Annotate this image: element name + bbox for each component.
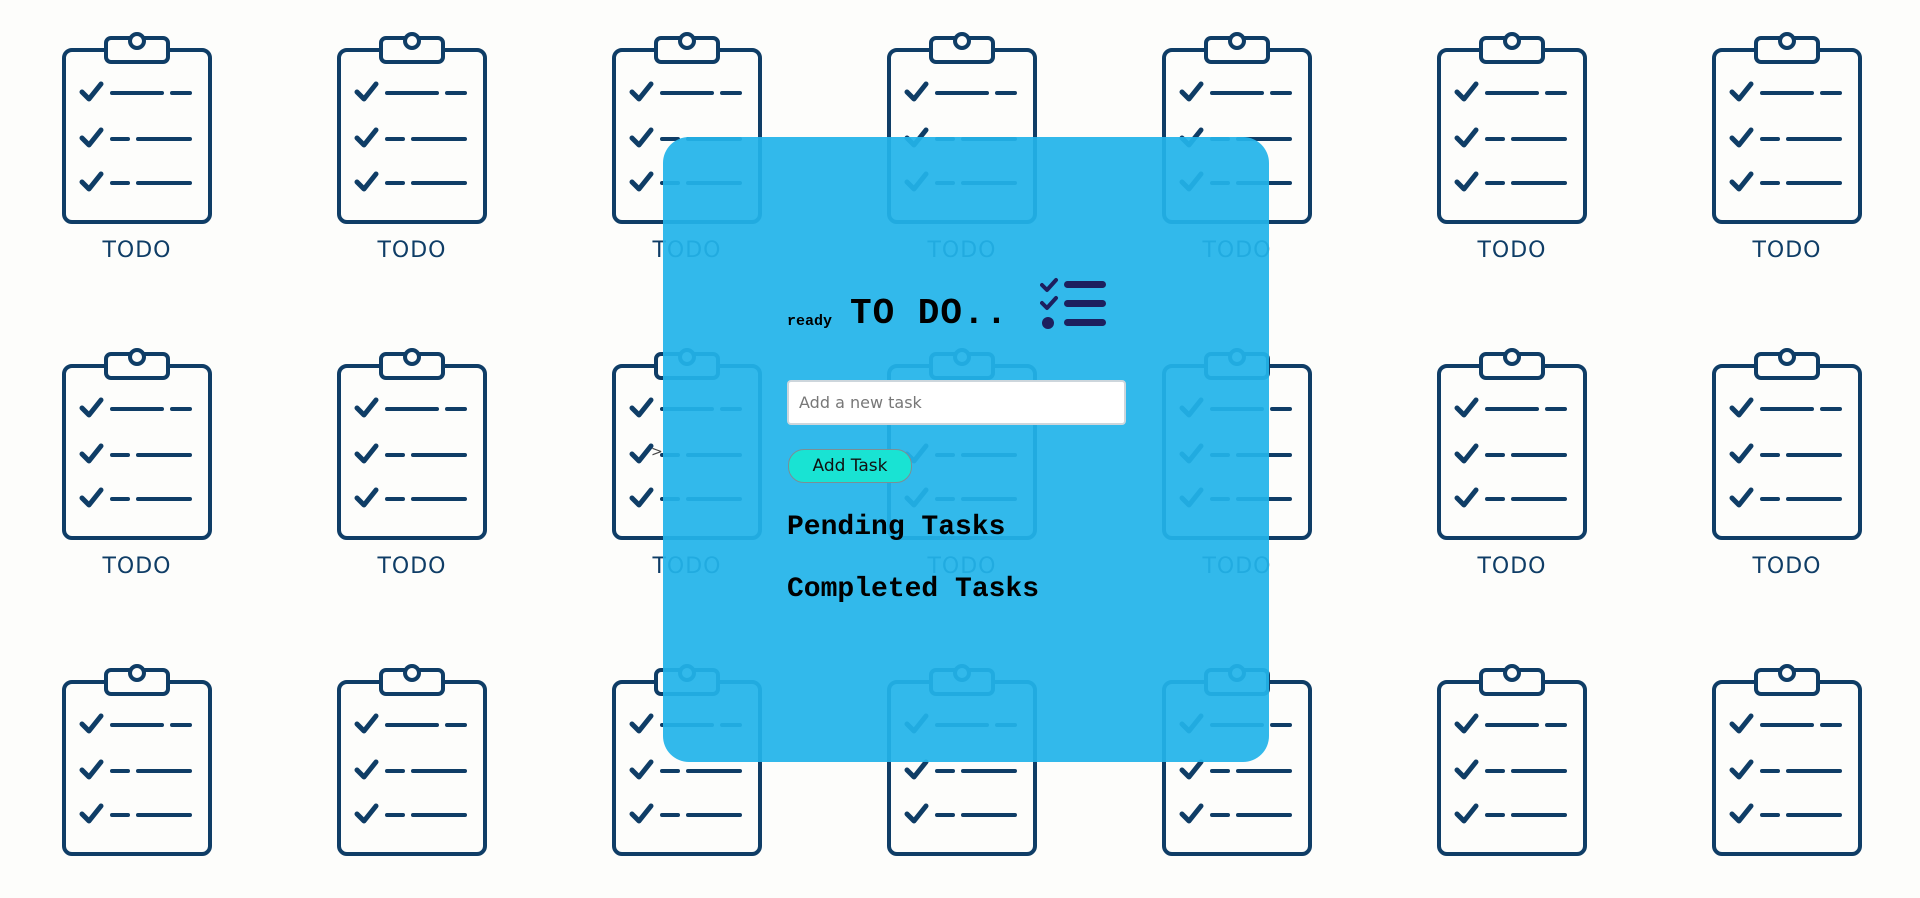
clipboard-tile: TODO	[277, 316, 487, 579]
clipboard-tile: TODO	[1652, 316, 1862, 579]
tile-label: TODO	[1752, 238, 1822, 263]
todo-card: ready TO DO.. Add Task Pending Tasks Com…	[663, 137, 1269, 762]
clipboard-tile: TODO	[1377, 0, 1587, 263]
clipboard-tile: TODO	[1377, 316, 1587, 579]
clipboard-tile	[2, 632, 212, 892]
tile-label: TODO	[102, 554, 172, 579]
tile-label: TODO	[377, 554, 447, 579]
completed-tasks-heading: Completed Tasks	[787, 574, 1040, 605]
tile-label: TODO	[377, 238, 447, 263]
clipboard-tile	[1652, 632, 1862, 892]
clipboard-tile: TODO	[2, 316, 212, 579]
tile-label: TODO	[1477, 238, 1547, 263]
tile-label: TODO	[102, 238, 172, 263]
page-title: TO DO..	[850, 293, 1009, 334]
pending-tasks-heading: Pending Tasks	[787, 512, 1006, 543]
cursor-glyph: >	[651, 444, 663, 460]
title-prefix: ready	[787, 313, 833, 330]
tile-label: TODO	[1477, 554, 1547, 579]
clipboard-tile: TODO	[1652, 0, 1862, 263]
clipboard-tile	[277, 632, 487, 892]
clipboard-tile: TODO	[2, 0, 212, 263]
new-task-input[interactable]	[787, 380, 1126, 425]
checklist-icon	[1040, 278, 1106, 329]
tile-label: TODO	[1752, 554, 1822, 579]
add-task-button[interactable]: Add Task	[788, 449, 912, 483]
clipboard-tile: TODO	[277, 0, 487, 263]
clipboard-tile	[1377, 632, 1587, 892]
